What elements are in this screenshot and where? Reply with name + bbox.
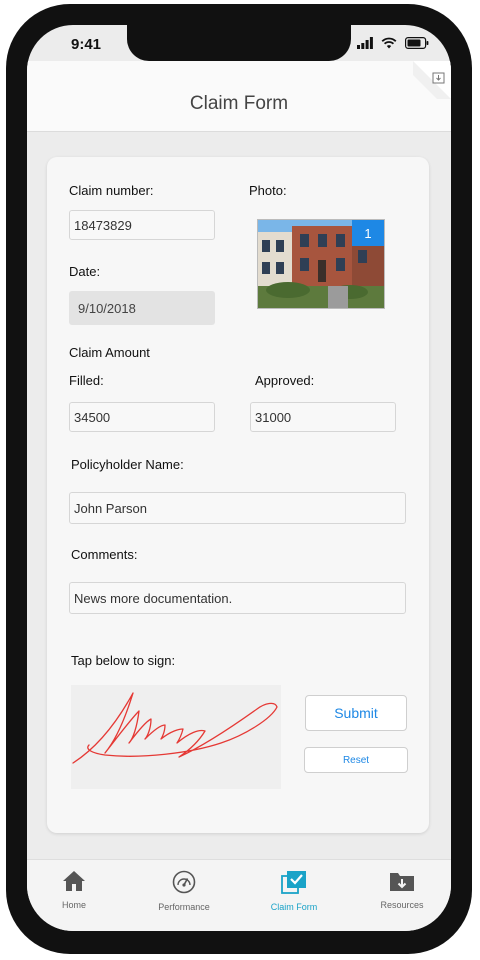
screen: 9:41 Claim Form Claim number: 18473829 P… (27, 25, 451, 931)
tab-resources-label: Resources (380, 900, 424, 910)
signature-pad[interactable] (71, 685, 281, 789)
claim-photo[interactable]: 1 (257, 219, 385, 309)
tab-claim-form[interactable]: Claim Form (249, 870, 339, 912)
policyholder-name-label: Policyholder Name: (71, 457, 184, 472)
battery-icon (405, 37, 429, 49)
approved-amount-field[interactable]: 31000 (250, 402, 396, 432)
cellular-signal-icon (357, 37, 373, 49)
phone-frame: 9:41 Claim Form Claim number: 18473829 P… (6, 4, 472, 954)
folder-download-icon (390, 873, 414, 891)
photo-label: Photo: (249, 183, 287, 198)
tab-bar: Home Performance Claim Form Resources (27, 859, 451, 931)
claim-amount-label: Claim Amount (69, 345, 150, 360)
gauge-icon (172, 870, 196, 894)
claim-form-card: Claim number: 18473829 Photo: 1 Date: 9/… (47, 157, 429, 833)
date-field: 9/10/2018 (69, 291, 215, 325)
tab-home[interactable]: Home (29, 870, 119, 910)
status-time: 9:41 (71, 36, 102, 53)
home-icon (63, 871, 85, 891)
status-icons (357, 37, 429, 49)
header-bar: Claim Form (27, 61, 451, 132)
claim-number-label: Claim number: (69, 183, 154, 198)
page-title: Claim Form (189, 93, 289, 114)
approved-label: Approved: (255, 373, 315, 388)
claim-number-field[interactable]: 18473829 (69, 210, 215, 240)
tab-resources[interactable]: Resources (357, 870, 447, 910)
submit-button[interactable]: Submit (305, 695, 407, 731)
signature-drawing (72, 692, 278, 764)
notch (127, 25, 351, 61)
tab-performance-label: Performance (158, 902, 210, 912)
comments-label: Comments: (71, 547, 138, 562)
date-label: Date: (69, 264, 101, 279)
tab-claim-form-label: Claim Form (270, 902, 318, 912)
tab-home-label: Home (61, 900, 86, 910)
checklist-icon (281, 871, 306, 894)
wifi-icon (381, 37, 397, 49)
comments-field[interactable]: News more documentation. (69, 582, 406, 614)
filled-amount-field[interactable]: 34500 (69, 402, 215, 432)
tab-performance[interactable]: Performance (139, 870, 229, 912)
download-corner-icon[interactable] (413, 61, 451, 99)
filled-label: Filled: (69, 373, 104, 388)
sign-instruction-label: Tap below to sign: (71, 653, 176, 668)
policyholder-name-field[interactable]: John Parson (69, 492, 406, 524)
photo-count-badge: 1 (352, 220, 384, 246)
reset-button[interactable]: Reset (304, 747, 408, 773)
